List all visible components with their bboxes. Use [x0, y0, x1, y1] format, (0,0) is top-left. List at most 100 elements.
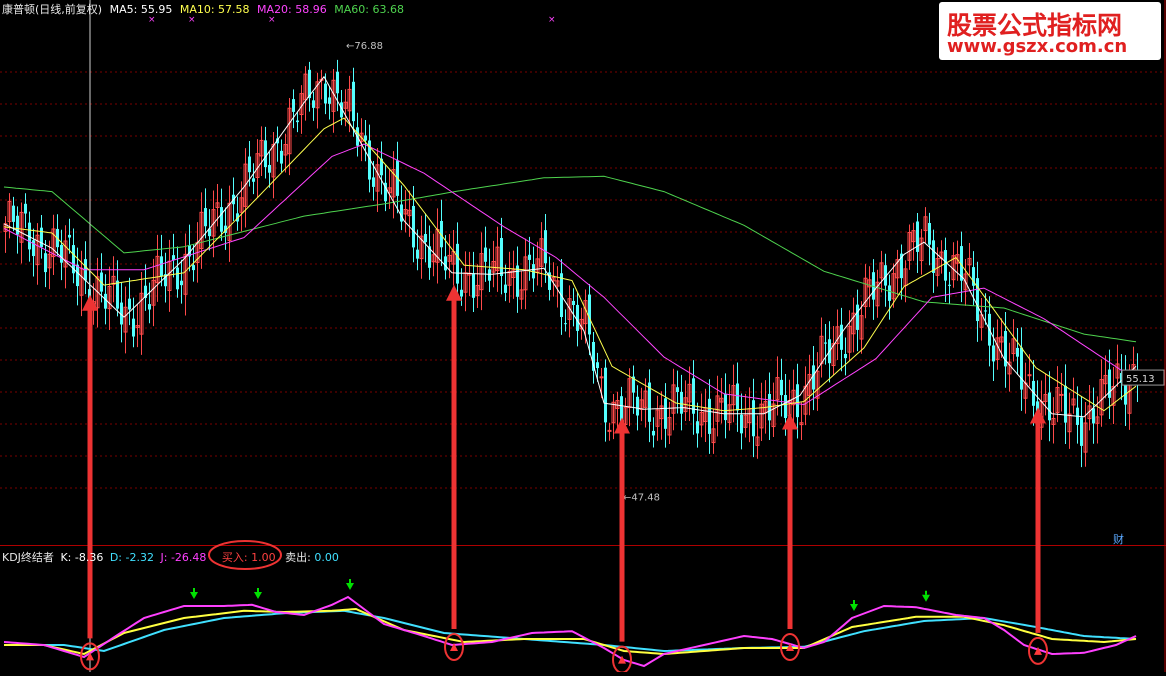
candle: [948, 271, 951, 304]
ma5-label: MA5:: [109, 3, 138, 16]
j-value: -26.48: [170, 551, 207, 564]
price-header: 康普顿(日线,前复权) MA5: 55.95 MA10: 57.58 MA20:…: [2, 1, 404, 17]
d-label: D:: [109, 551, 123, 564]
candle-body-down: [984, 310, 987, 312]
candle: [708, 379, 711, 454]
candle: [431, 233, 436, 277]
candle-body-down: [504, 284, 507, 293]
candle-body-down: [424, 234, 427, 243]
candle: [68, 218, 71, 254]
candle: [659, 391, 664, 440]
watermark-logo: 股票公式指标网 www.gszx.com.cn: [939, 2, 1161, 60]
candle: [867, 266, 872, 308]
candle: [835, 309, 840, 361]
cross-marker: ×: [548, 15, 556, 25]
candle: [199, 192, 204, 269]
candle: [271, 131, 276, 199]
candle: [507, 251, 512, 303]
candle: [607, 422, 612, 441]
candle-body-down: [928, 222, 931, 245]
sell-signal-mark: [850, 604, 858, 611]
kdj-j-line: [3, 595, 1137, 668]
candle-body-down: [620, 396, 623, 423]
candle-body-down: [528, 254, 531, 260]
candle-body-down: [220, 207, 223, 232]
candle: [451, 230, 456, 286]
candle-body-down: [160, 256, 163, 277]
candle: [380, 141, 383, 195]
stock-title: 康普顿(日线,前复权): [2, 3, 103, 16]
candle: [160, 234, 163, 287]
candle-body-down: [460, 289, 463, 297]
candle: [976, 261, 979, 342]
candle-body-down: [116, 280, 119, 309]
candle-body-down: [24, 203, 27, 214]
candle: [755, 415, 760, 459]
candle-body-down: [784, 395, 787, 419]
candle: [51, 214, 56, 275]
candle-body-down: [68, 234, 71, 238]
candle: [907, 224, 912, 270]
candle: [107, 266, 112, 331]
candle: [687, 366, 692, 421]
ma10-value: 57.58: [218, 3, 250, 16]
candle: [1011, 319, 1016, 362]
candle: [296, 111, 299, 133]
candle-body-down: [724, 393, 727, 421]
candle: [1111, 366, 1116, 425]
candle: [319, 69, 324, 100]
candle-body-down: [780, 379, 783, 396]
candle: [851, 297, 856, 353]
candle-body-down: [352, 81, 355, 122]
candle: [151, 258, 156, 327]
candle-body-down: [204, 208, 207, 227]
candle: [76, 247, 79, 306]
candle: [519, 271, 524, 310]
finance-tag: 财: [1113, 532, 1124, 546]
candle: [276, 126, 279, 162]
candle-body-down: [412, 205, 415, 248]
candle: [844, 337, 847, 376]
candle-body-down: [248, 156, 251, 173]
candle: [407, 190, 412, 237]
candle: [555, 266, 560, 308]
candle: [1067, 392, 1072, 449]
candle: [572, 288, 575, 327]
candle: [479, 232, 484, 311]
candle: [424, 213, 427, 263]
candle: [516, 246, 519, 313]
candle: [315, 72, 320, 129]
candle-body-down: [752, 400, 755, 437]
candle-body-down: [604, 367, 607, 423]
candle: [303, 66, 308, 121]
candle: [435, 208, 440, 284]
candle: [831, 326, 836, 376]
annotation-arrow-head: [614, 417, 630, 434]
candle: [815, 352, 820, 411]
indicator-header: KDJ终结者 K: -8.36 D: -2.32 J: -26.48 买入: 1…: [2, 549, 339, 565]
candle: [500, 217, 503, 295]
candle-body-down: [736, 383, 739, 411]
candle: [655, 395, 660, 441]
candle-body-down: [844, 353, 847, 359]
candle: [511, 250, 516, 299]
candle: [715, 375, 720, 437]
candle-body-up: [1059, 393, 1064, 396]
candle: [204, 188, 207, 239]
candle: [699, 393, 704, 438]
annotation-arrow-head: [1030, 407, 1046, 424]
candle-body-down: [680, 391, 683, 414]
candle-body-down: [516, 265, 519, 297]
ma5-value: 55.95: [140, 3, 173, 16]
candle: [743, 393, 748, 438]
candle-body-down: [692, 378, 695, 414]
candle-body-down: [416, 249, 419, 259]
candle-body-up: [1027, 374, 1032, 377]
candle: [799, 402, 804, 441]
k-value: -8.36: [74, 551, 104, 564]
candle: [888, 274, 891, 320]
candle: [759, 382, 764, 442]
stock-chart-svg[interactable]: ←76.88←47.4855.13财× × × ×: [0, 0, 1166, 674]
candle-body-down: [336, 71, 339, 94]
candle: [847, 310, 852, 361]
